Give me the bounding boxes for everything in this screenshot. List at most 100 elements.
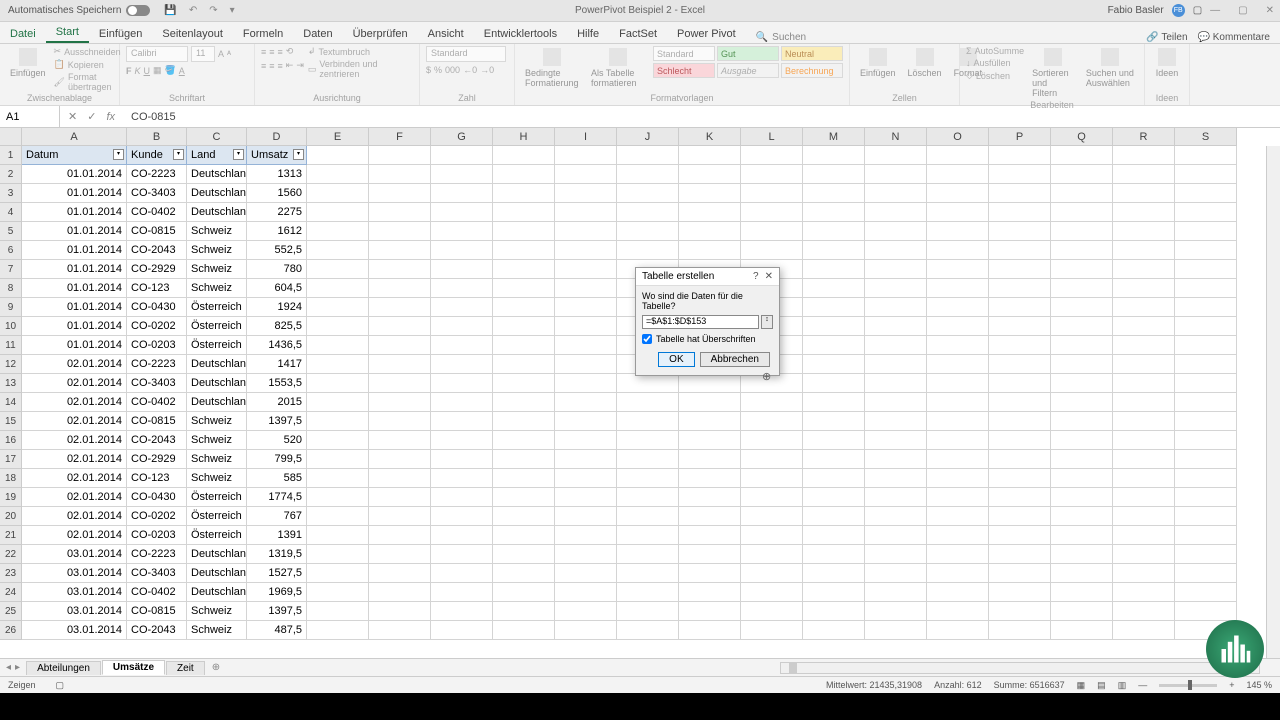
cell[interactable] bbox=[555, 602, 617, 621]
cell[interactable] bbox=[803, 602, 865, 621]
cell[interactable] bbox=[369, 298, 431, 317]
sheet-tab-zeit[interactable]: Zeit bbox=[166, 661, 205, 675]
cell[interactable]: Österreich bbox=[187, 488, 247, 507]
paste-button[interactable]: Einfügen bbox=[6, 46, 50, 80]
cell[interactable] bbox=[927, 602, 989, 621]
cell[interactable] bbox=[865, 545, 927, 564]
cell[interactable]: CO-2223 bbox=[127, 545, 187, 564]
cell[interactable] bbox=[307, 374, 369, 393]
cell[interactable] bbox=[1051, 488, 1113, 507]
tab-start[interactable]: Start bbox=[46, 23, 89, 43]
cell[interactable]: CO-0815 bbox=[127, 222, 187, 241]
cell[interactable] bbox=[431, 621, 493, 640]
col-header[interactable]: K bbox=[679, 128, 741, 146]
dialog-close-icon[interactable]: ✕ bbox=[765, 271, 773, 282]
cell[interactable] bbox=[1175, 412, 1237, 431]
tab-ansicht[interactable]: Ansicht bbox=[418, 25, 474, 43]
align-center-icon[interactable]: ≡ bbox=[269, 61, 274, 71]
find-select-button[interactable]: Suchen und Auswählen bbox=[1082, 46, 1138, 90]
cell[interactable] bbox=[989, 184, 1051, 203]
font-color-icon[interactable]: A bbox=[179, 66, 185, 76]
merge-button[interactable]: ▭ Verbinden und zentrieren bbox=[308, 59, 413, 79]
cell[interactable]: CO-0402 bbox=[127, 583, 187, 602]
cell[interactable] bbox=[803, 393, 865, 412]
cell[interactable] bbox=[1113, 469, 1175, 488]
cell[interactable] bbox=[741, 507, 803, 526]
cell[interactable]: CO-0430 bbox=[127, 298, 187, 317]
cell[interactable]: CO-2929 bbox=[127, 450, 187, 469]
cell[interactable] bbox=[803, 412, 865, 431]
cell[interactable] bbox=[865, 203, 927, 222]
cell[interactable] bbox=[493, 146, 555, 165]
cell[interactable] bbox=[989, 203, 1051, 222]
align-bot-icon[interactable]: ≡ bbox=[278, 47, 283, 57]
cell[interactable] bbox=[1051, 602, 1113, 621]
cell[interactable]: 01.01.2014 bbox=[22, 298, 127, 317]
cell[interactable]: 1391 bbox=[247, 526, 307, 545]
cell[interactable] bbox=[431, 602, 493, 621]
cell[interactable] bbox=[927, 545, 989, 564]
cell[interactable] bbox=[1175, 393, 1237, 412]
cell[interactable] bbox=[803, 184, 865, 203]
user-avatar[interactable]: FB bbox=[1172, 4, 1185, 17]
cell[interactable] bbox=[679, 184, 741, 203]
cell[interactable]: 03.01.2014 bbox=[22, 621, 127, 640]
cell[interactable]: Kunde▾ bbox=[127, 146, 187, 165]
cell[interactable] bbox=[1175, 355, 1237, 374]
cell[interactable] bbox=[679, 450, 741, 469]
autosum-button[interactable]: Σ AutoSumme bbox=[966, 46, 1024, 56]
cell[interactable] bbox=[555, 336, 617, 355]
cell[interactable] bbox=[493, 222, 555, 241]
cell[interactable] bbox=[307, 469, 369, 488]
currency-icon[interactable]: $ bbox=[426, 65, 431, 75]
cell[interactable]: CO-0815 bbox=[127, 602, 187, 621]
col-header[interactable]: L bbox=[741, 128, 803, 146]
cell[interactable] bbox=[431, 583, 493, 602]
cell[interactable] bbox=[1051, 260, 1113, 279]
col-header[interactable]: E bbox=[307, 128, 369, 146]
col-header[interactable]: D bbox=[247, 128, 307, 146]
cell[interactable] bbox=[927, 488, 989, 507]
cell[interactable] bbox=[307, 260, 369, 279]
cell[interactable] bbox=[989, 431, 1051, 450]
cell[interactable]: Land▾ bbox=[187, 146, 247, 165]
cell[interactable] bbox=[617, 488, 679, 507]
cell[interactable] bbox=[431, 507, 493, 526]
cell[interactable]: Schweiz bbox=[187, 431, 247, 450]
cell[interactable]: 780 bbox=[247, 260, 307, 279]
cell[interactable]: Österreich bbox=[187, 317, 247, 336]
cell[interactable]: Deutschlan bbox=[187, 564, 247, 583]
cell[interactable] bbox=[555, 450, 617, 469]
cell[interactable] bbox=[803, 450, 865, 469]
tab-daten[interactable]: Daten bbox=[293, 25, 342, 43]
cell[interactable] bbox=[431, 260, 493, 279]
cell[interactable] bbox=[493, 336, 555, 355]
cell[interactable] bbox=[617, 583, 679, 602]
cut-button[interactable]: ✂ Ausschneiden bbox=[54, 46, 121, 57]
cell[interactable] bbox=[1051, 621, 1113, 640]
col-header[interactable]: Q bbox=[1051, 128, 1113, 146]
cell[interactable]: 03.01.2014 bbox=[22, 583, 127, 602]
col-header[interactable]: A bbox=[22, 128, 127, 146]
cell[interactable]: 604,5 bbox=[247, 279, 307, 298]
cell[interactable]: 02.01.2014 bbox=[22, 393, 127, 412]
cell[interactable] bbox=[369, 203, 431, 222]
cell[interactable] bbox=[741, 469, 803, 488]
col-header[interactable]: C bbox=[187, 128, 247, 146]
cell[interactable] bbox=[431, 431, 493, 450]
cell[interactable] bbox=[1051, 507, 1113, 526]
select-all-corner[interactable] bbox=[0, 128, 22, 146]
cell[interactable]: Deutschlan bbox=[187, 545, 247, 564]
formula-input[interactable]: CO-0815 bbox=[123, 111, 176, 123]
maximize-icon[interactable]: ▢ bbox=[1238, 5, 1247, 16]
cell[interactable] bbox=[555, 241, 617, 260]
cell[interactable]: 03.01.2014 bbox=[22, 602, 127, 621]
cell[interactable] bbox=[369, 412, 431, 431]
cell[interactable] bbox=[741, 526, 803, 545]
cell[interactable] bbox=[555, 412, 617, 431]
cell[interactable] bbox=[927, 393, 989, 412]
cell[interactable]: CO-123 bbox=[127, 279, 187, 298]
cell[interactable]: 02.01.2014 bbox=[22, 526, 127, 545]
dialog-ok-button[interactable]: OK bbox=[658, 352, 694, 367]
cell[interactable] bbox=[431, 279, 493, 298]
